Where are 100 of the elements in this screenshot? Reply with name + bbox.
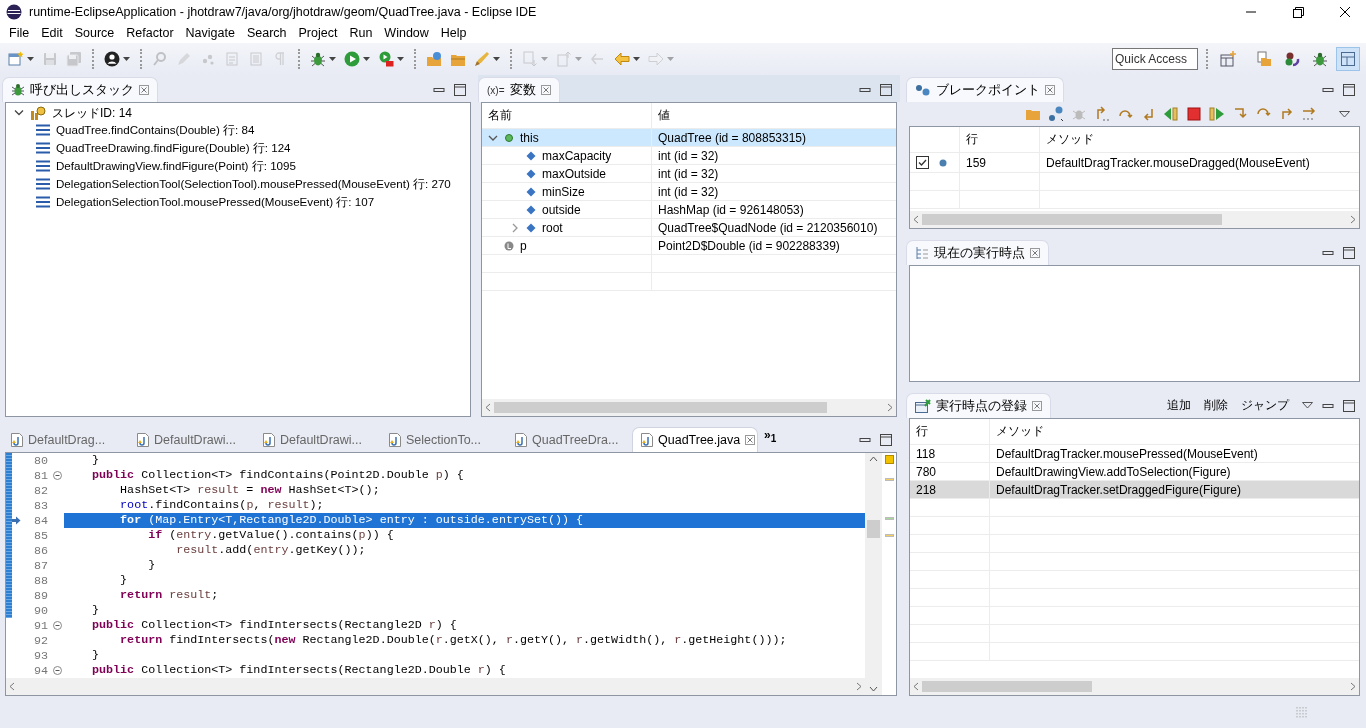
resume-icon[interactable] <box>1209 106 1225 122</box>
linked-dots-icon[interactable] <box>1048 106 1064 122</box>
action-link[interactable]: 削除 <box>1204 397 1228 414</box>
brush-button[interactable] <box>472 49 502 69</box>
variable-value: int (id = 32) <box>657 183 720 200</box>
maximize-icon[interactable] <box>454 83 466 96</box>
caret-icon[interactable] <box>633 57 640 61</box>
scrollbar-thumb[interactable] <box>494 402 827 413</box>
stack-frame[interactable]: QuadTreeDrawing.findFigure(Double) 行: 124 <box>56 140 291 156</box>
hook-arrow-icon[interactable] <box>1094 106 1110 122</box>
scroll-right-icon[interactable] <box>886 403 894 412</box>
view-tab[interactable]: ブレークポイント <box>906 77 1064 102</box>
stop-icon[interactable] <box>1186 106 1202 122</box>
column-header: メソッド <box>995 423 1045 440</box>
scroll-up-icon[interactable] <box>869 456 878 462</box>
scroll-left-icon[interactable] <box>8 682 16 691</box>
scrollbar-thumb[interactable] <box>922 681 1092 692</box>
variable-row[interactable]: minSize int (id = 32) <box>482 183 896 201</box>
view-menu-icon[interactable] <box>1339 110 1350 118</box>
menu-item[interactable]: Search <box>240 26 293 40</box>
registered-point-row[interactable]: 218 DefaultDragTracker.setDraggedFigure(Figure) <box>910 481 1359 499</box>
caret-icon[interactable] <box>363 57 370 61</box>
fold-icon[interactable] <box>52 471 62 480</box>
maximize-icon[interactable] <box>1343 83 1355 96</box>
menu-item[interactable]: Run <box>343 26 379 40</box>
code-line: HashSet<T> result = new HashSet<T>(); <box>119 483 381 498</box>
variable-row[interactable]: root QuadTree$QuadNode (id = 2120356010) <box>482 219 896 237</box>
checkbox[interactable] <box>916 156 929 169</box>
close-icon[interactable] <box>1338 4 1352 19</box>
registered-point-row[interactable]: 118 DefaultDragTracker.mousePressed(MouseEvent) <box>910 445 1359 463</box>
variable-row[interactable]: this QuadTree (id = 808853315) <box>482 129 896 147</box>
stack-frame[interactable]: DelegationSelectionTool(SelectionTool).mousePressed(MouseEvent) 行: 270 <box>56 176 451 192</box>
menu-item[interactable]: Help <box>434 26 473 40</box>
menu-item[interactable]: Source <box>68 26 121 40</box>
stack-frame[interactable]: DelegationSelectionTool.mousePressed(MouseEvent) 行: 107 <box>56 194 375 210</box>
maximize-icon[interactable] <box>1291 4 1305 19</box>
maximize-icon[interactable] <box>1343 399 1355 412</box>
stack-frame[interactable]: QuadTree.findContains(Double) 行: 84 <box>56 122 255 138</box>
view-tab[interactable]: 実行時点の登録 <box>906 393 1051 418</box>
scroll-left-icon[interactable] <box>912 215 920 224</box>
variable-row[interactable]: maxOutside int (id = 32) <box>482 165 896 183</box>
quick-access-field[interactable]: Quick Access <box>1112 48 1198 70</box>
view-tab[interactable]: 呼び出しスタック <box>2 77 158 102</box>
maximize-icon[interactable] <box>880 83 892 96</box>
scrollbar-thumb[interactable] <box>867 520 880 538</box>
caret-icon[interactable] <box>493 57 500 61</box>
caret-icon[interactable] <box>27 57 34 61</box>
view-tab[interactable]: (x)= 変数 <box>478 77 560 102</box>
scroll-right-icon[interactable] <box>1349 215 1357 224</box>
horizontal-scrollbar[interactable] <box>910 678 1359 695</box>
menu-item[interactable]: Window <box>378 26 435 40</box>
scroll-right-icon[interactable] <box>855 682 863 691</box>
folder-globe-button[interactable] <box>424 49 444 69</box>
editor-tab[interactable]: SelectionTo... <box>380 427 506 452</box>
maximize-icon[interactable] <box>1343 246 1355 259</box>
caret-icon[interactable] <box>329 57 336 61</box>
horizontal-scrollbar[interactable] <box>910 211 1359 228</box>
perspective-button[interactable] <box>1336 47 1360 71</box>
horizontal-scrollbar[interactable] <box>6 678 865 695</box>
scrollbar-thumb[interactable] <box>922 214 1222 225</box>
editor-tab[interactable]: QuadTreeDra... <box>506 427 632 452</box>
caret-icon[interactable] <box>397 57 404 61</box>
editor-tab[interactable]: QuadTree.java <box>632 427 758 452</box>
scroll-left-icon[interactable] <box>912 682 920 691</box>
menu-item[interactable]: Project <box>292 26 344 40</box>
action-link[interactable]: ジャンプ <box>1241 397 1289 414</box>
menu-item[interactable]: Refactor <box>120 26 180 40</box>
expand-chevron-icon[interactable] <box>510 222 520 233</box>
dashed-arrow-icon[interactable] <box>1301 106 1317 122</box>
variable-row[interactable]: maxCapacity int (id = 32) <box>482 147 896 165</box>
variable-row[interactable]: outside HashMap (id = 926148053) <box>482 201 896 219</box>
scroll-right-icon[interactable] <box>1349 682 1357 691</box>
menu-item[interactable]: Navigate <box>179 26 241 40</box>
menu-item[interactable]: Edit <box>35 26 69 40</box>
fold-icon[interactable] <box>52 621 62 630</box>
menu-item[interactable]: File <box>3 26 36 40</box>
play-button[interactable] <box>342 49 372 69</box>
view-menu-icon[interactable] <box>1302 402 1313 409</box>
thread-label[interactable]: スレッドID: 14 <box>52 104 132 122</box>
code-line: } <box>91 648 101 663</box>
horizontal-scrollbar[interactable] <box>482 399 896 416</box>
editor-tab[interactable]: DefaultDrag... <box>2 427 128 452</box>
variable-row[interactable]: p Point2D$Double (id = 902288339) <box>482 237 896 255</box>
action-link[interactable]: 追加 <box>1167 397 1191 414</box>
person-button[interactable] <box>102 49 132 69</box>
editor-tab[interactable]: DefaultDrawi... <box>128 427 254 452</box>
stack-frame[interactable]: DefaultDrawingView.findFigure(Point) 行: 1095 <box>56 158 296 174</box>
caret-icon[interactable] <box>123 57 130 61</box>
scroll-left-icon[interactable] <box>484 403 492 412</box>
new-button[interactable] <box>6 49 36 69</box>
editor-tab[interactable]: DefaultDrawi... <box>254 427 380 452</box>
vertical-scrollbar[interactable] <box>865 453 882 695</box>
step-back-icon[interactable] <box>1163 106 1179 122</box>
view-tab[interactable]: 現在の実行時点 <box>906 240 1049 265</box>
fold-icon[interactable] <box>52 666 62 675</box>
expand-chevron-icon[interactable] <box>14 109 24 117</box>
more-tabs-button[interactable]: »$_{1}$ <box>758 428 783 449</box>
play-toolbox-icon <box>378 51 394 67</box>
maximize-icon[interactable] <box>880 433 892 446</box>
scroll-down-icon[interactable] <box>869 686 878 692</box>
